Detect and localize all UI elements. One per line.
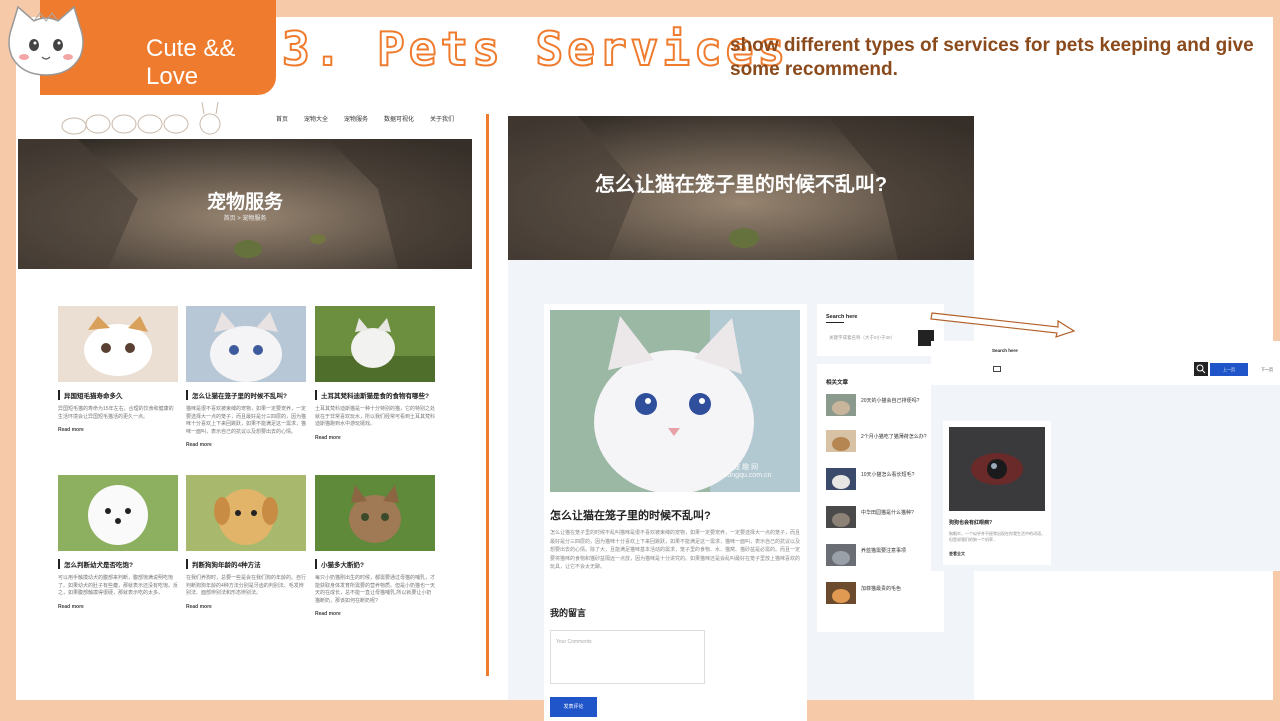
card-desc: 狗眼炎，一个似乎并不经常出现在你我生活中的词语，但是却我们的狗一个机率... bbox=[949, 531, 1045, 542]
service-card[interactable]: 怎么让猫在笼子里的时候不乱叫? 猫咪是很不喜欢被束缚的宠物，如果一定要宠养，一定… bbox=[186, 306, 306, 448]
comment-textarea[interactable]: Your Comments bbox=[550, 630, 705, 684]
related-thumb[interactable] bbox=[826, 394, 856, 416]
card-desc: 可以用手触摸幼犬的腹部来判断，腹部饱满说明吃饱了。如果幼犬的肚子有些瘪，那就表示… bbox=[58, 575, 179, 596]
related-link[interactable]: 养蓝猫需要注意事项 bbox=[861, 547, 906, 554]
read-more-link[interactable]: Read more bbox=[315, 611, 435, 617]
service-card[interactable]: 土耳其梵科迪斯猫是食的食物有哪些? 土耳其梵科迪斯猫是一种十分特别的猫，它的特别… bbox=[315, 306, 435, 441]
slide-title: 3. Pets Services bbox=[281, 21, 790, 77]
related-thumb[interactable] bbox=[826, 582, 856, 604]
read-more-link[interactable]: Read more bbox=[58, 427, 178, 433]
card-desc: 在我们养狗时，总要一些是会在我们狗的年龄的。自行判断狗狗年龄的4种方法分别是牙齿… bbox=[186, 575, 307, 596]
related-link[interactable]: 10天小猫怎么看长短毛? bbox=[861, 471, 914, 478]
related-thumb[interactable] bbox=[826, 506, 856, 528]
slide-subtitle: show different types of services for pet… bbox=[730, 35, 1254, 80]
search-button[interactable] bbox=[1194, 362, 1208, 376]
sidebar-search-widget: Search here 关键字或着名称（大于0小于30） bbox=[817, 304, 944, 356]
card-desc: 异国短毛猫的寿命为15年左右，合理的饮食和健康的生活环境会让异国短毛猫活的更久一… bbox=[58, 406, 174, 420]
related-item[interactable]: 养蓝猫需要注意事项 bbox=[826, 544, 944, 566]
nav-data-viz[interactable]: 数据可视化 bbox=[384, 114, 414, 123]
list-page-topbar: Search here 上一页 下一页 bbox=[931, 341, 1280, 385]
related-thumb[interactable] bbox=[826, 468, 856, 490]
service-card[interactable]: 判断狗狗年龄的4种方法 在我们养狗时，总要一些是会在我们狗的年龄的。自行判断狗狗… bbox=[186, 475, 306, 610]
breadcrumb[interactable]: 首页 > 宠物服务 bbox=[18, 213, 472, 222]
left-hero-banner: 宠物服务 首页 > 宠物服务 bbox=[18, 139, 472, 269]
related-item[interactable]: 加菲猫最贵的毛色 bbox=[826, 582, 944, 604]
related-link[interactable]: 加菲猫最贵的毛色 bbox=[861, 585, 901, 592]
search-input[interactable]: 关键字或着名称（大于0小于30） bbox=[829, 335, 895, 341]
left-hero-title: 宠物服务 bbox=[206, 192, 283, 213]
related-link[interactable]: 2个月小猫吃了猫薄荷怎么办? bbox=[861, 433, 927, 440]
card-title[interactable]: 怎么让猫在笼子里的时候不乱叫? bbox=[186, 390, 306, 400]
article-card[interactable]: 狗狗也会有红眼病? 狗眼炎，一个似乎并不经常出现在你我生活中的词语，但是却我们的… bbox=[943, 421, 1051, 565]
card-image[interactable] bbox=[315, 475, 435, 551]
card-image[interactable] bbox=[186, 306, 306, 382]
related-thumb[interactable] bbox=[826, 544, 856, 566]
vertical-divider bbox=[486, 114, 489, 676]
nav-pet-services[interactable]: 宠物服务 bbox=[344, 114, 368, 123]
card-image[interactable] bbox=[58, 475, 178, 551]
related-link[interactable]: 20天的小猫会自己排便吗? bbox=[861, 397, 919, 404]
prev-page-button[interactable]: 上一页 bbox=[1210, 363, 1248, 376]
read-more-link[interactable]: Read more bbox=[186, 442, 306, 448]
nav-pet-encyclopedia[interactable]: 宠物大全 bbox=[304, 114, 328, 123]
card-desc: 每只小奶猫刚出生的时候，都需要通过母猫的哺乳，才能获取身体发育所需要的营养物质。… bbox=[315, 575, 436, 604]
service-card[interactable]: 怎么判断幼犬是否吃饱? 可以用手触摸幼犬的腹部来判断，腹部饱满说明吃饱了。如果幼… bbox=[58, 475, 178, 610]
card-image[interactable] bbox=[58, 306, 178, 382]
related-item[interactable]: 中华田园猫是什么猫种? bbox=[826, 506, 944, 528]
dog-eye-image[interactable] bbox=[949, 427, 1045, 511]
card-title[interactable]: 土耳其梵科迪斯猫是食的食物有哪些? bbox=[315, 390, 435, 400]
cat-mascot-icon bbox=[8, 5, 84, 76]
card-title[interactable]: 怎么判断幼犬是否吃饱? bbox=[58, 559, 178, 569]
search-title: Search here bbox=[826, 314, 858, 320]
article-body: 怎么让猫在笼子里的时候不乱叫猫咪是很不喜欢被束缚的宠物，如果一定要宠养，一定要选… bbox=[550, 530, 801, 570]
related-item[interactable]: 20天的小猫会自己排便吗? bbox=[826, 394, 944, 416]
read-more-link[interactable]: Read more bbox=[315, 435, 435, 441]
title-underline bbox=[826, 322, 844, 323]
card-title[interactable]: 小猫多大断奶? bbox=[315, 559, 435, 569]
next-page-link[interactable]: 下一页 bbox=[1261, 367, 1273, 373]
image-watermark: 宠 趣 网 chongqu.com.cn bbox=[720, 464, 772, 479]
card-desc: 猫咪是很不喜欢被束缚的宠物，如果一定要宠养，一定要选择大一点的笼子，而且最好是分… bbox=[186, 406, 307, 435]
nav-about[interactable]: 关于我们 bbox=[430, 114, 454, 123]
read-more-link[interactable]: Read more bbox=[58, 604, 178, 610]
comment-heading: 我的留言 bbox=[550, 608, 587, 618]
image-icon bbox=[993, 366, 1001, 372]
article-title: 怎么让猫在笼子里的时候不乱叫? bbox=[550, 510, 711, 522]
card-image[interactable] bbox=[315, 306, 435, 382]
related-title: 相关文章 bbox=[826, 380, 849, 386]
card-image[interactable] bbox=[186, 475, 306, 551]
read-more-link[interactable]: Read more bbox=[186, 604, 306, 610]
search-title: Search here bbox=[992, 348, 1018, 353]
service-card[interactable]: 异国短毛猫寿命多久 异国短毛猫的寿命为15年左右，合理的饮食和健康的生活环境会让… bbox=[58, 306, 178, 433]
article-card: 宠 趣 网 chongqu.com.cn 怎么让猫在笼子里的时候不乱叫? 怎么让… bbox=[544, 304, 807, 721]
related-item[interactable]: 2个月小猫吃了猫薄荷怎么办? bbox=[826, 430, 944, 452]
nav-home[interactable]: 首页 bbox=[276, 114, 288, 123]
card-desc: 土耳其梵科迪斯猫是一种十分特别的猫，它的特别之处就在于非常喜欢玩水，所以我们经常… bbox=[315, 406, 436, 427]
left-navbar: 首页 宠物大全 宠物服务 数据可视化 关于我们 bbox=[60, 100, 470, 136]
article-image: 宠 趣 网 chongqu.com.cn bbox=[550, 310, 800, 492]
card-title[interactable]: 狗狗也会有红眼病? bbox=[949, 519, 992, 526]
article-hero-banner: 怎么让猫在笼子里的时候不乱叫? bbox=[508, 116, 974, 260]
related-thumb[interactable] bbox=[826, 430, 856, 452]
related-link[interactable]: 中华田园猫是什么猫种? bbox=[861, 509, 914, 516]
article-hero-title: 怎么让猫在笼子里的时候不乱叫? bbox=[594, 174, 888, 196]
service-card[interactable]: 小猫多大断奶? 每只小奶猫刚出生的时候，都需要通过母猫的哺乳，才能获取身体发育所… bbox=[315, 475, 435, 617]
nav-links: 首页 宠物大全 宠物服务 数据可视化 关于我们 bbox=[276, 114, 470, 123]
submit-comment-button[interactable]: 发表评论 bbox=[550, 697, 597, 717]
card-title[interactable]: 判断狗狗年龄的4种方法 bbox=[186, 559, 306, 569]
badge-text: Cute && Love bbox=[146, 35, 236, 90]
read-full-link[interactable]: 查看全文 bbox=[949, 551, 965, 557]
related-item[interactable]: 10天小猫怎么看长短毛? bbox=[826, 468, 944, 490]
pets-logo-icon[interactable] bbox=[60, 102, 232, 136]
card-title[interactable]: 异国短毛猫寿命多久 bbox=[58, 390, 178, 400]
related-articles-widget: 相关文章 20天的小猫会自己排便吗? 2个月小猫吃了猫薄荷怎么办? 10天小猫怎… bbox=[817, 364, 944, 632]
list-page-crop: Search here 上一页 下一页 狗狗也会有红眼病? 狗眼炎，一个似乎并不… bbox=[931, 341, 1280, 571]
